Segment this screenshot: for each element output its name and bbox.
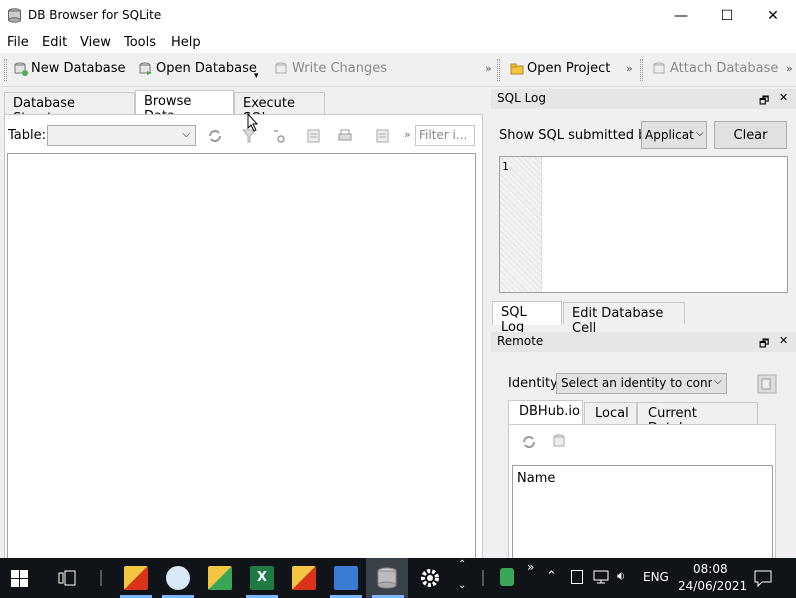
maximize-button[interactable]: ☐ [704,0,750,31]
table-label: Table: [8,128,46,143]
tab-current-database[interactable]: Current Database [637,402,758,436]
sort-icon[interactable] [270,127,288,145]
tab-execute-sql[interactable]: Execute SQL [234,92,325,126]
gear-icon[interactable] [418,566,442,590]
sql-log-editor[interactable]: 1 [499,156,788,293]
toolbar-overflow-icon[interactable]: » [485,62,492,75]
insert-record-icon[interactable] [374,127,392,145]
show-hidden-icons-icon[interactable]: ⌃ [546,569,557,584]
volume-icon[interactable]: 🔉︎ [617,569,625,584]
column-header-name: Name [517,471,556,486]
menu-help[interactable]: Help [171,35,201,50]
toolbar-overflow-icon[interactable]: » [786,62,793,75]
table-select[interactable]: ⌵ [47,125,196,146]
database-icon[interactable] [375,566,399,590]
battery-icon[interactable] [571,570,583,584]
close-dock-icon[interactable]: ✕ [779,91,788,104]
open-project-icon [510,63,524,74]
open-database-icon [139,62,152,75]
clock-date[interactable]: 24/06/2021 [678,579,747,593]
tab-local[interactable]: Local [584,402,637,424]
network-icon[interactable] [593,570,609,584]
title-bar: DB Browser for SQLite — ☐ ✕ [0,0,796,31]
menu-bar: File Edit View Tools Help [0,31,796,53]
open-database-dropdown-icon[interactable]: ▾ [254,71,259,81]
print-icon[interactable] [336,127,354,145]
language-indicator[interactable]: ENG [643,570,669,584]
toolbar-overflow-icon[interactable]: » [404,128,411,141]
taskbar-divider [100,570,102,586]
chevron-down-icon: ⌵ [712,376,722,387]
open-project-button[interactable]: Open Project [510,61,610,76]
identity-select[interactable]: Select an identity to conne ⌵ [556,373,727,394]
new-database-icon [14,62,28,76]
windows-start-icon[interactable] [11,570,28,587]
mouse-cursor-icon [247,113,259,132]
open-database-button[interactable]: Open Database [139,61,257,76]
tab-database-structure[interactable]: Database Structure [4,92,135,126]
data-grid[interactable] [7,153,476,563]
file-explorer-icon[interactable] [124,566,148,590]
clone-database-icon[interactable] [551,433,569,451]
menu-view[interactable]: View [80,35,111,50]
minimize-button[interactable]: — [658,0,704,31]
write-changes-icon [275,62,287,73]
window-title: DB Browser for SQLite [28,8,162,22]
menu-edit[interactable]: Edit [42,35,67,50]
attach-database-icon [653,62,665,73]
close-button[interactable]: ✕ [750,0,796,31]
attach-database-button[interactable]: Attach Database [653,61,778,76]
save-table-icon[interactable] [305,127,323,145]
tab-sql-log[interactable]: SQL Log [492,301,562,335]
toolbar-overflow-icon[interactable]: » [527,560,534,574]
clear-button[interactable]: Clear [714,121,787,149]
chevron-down-icon: ⌵ [182,129,190,140]
remote-database-list[interactable]: Name [512,465,773,563]
chevron-down-icon: ⌵ [694,128,704,139]
main-toolbar: New Database Open Database ▾ Write Chang… [0,53,796,87]
menu-file[interactable]: File [7,35,29,50]
photos-icon[interactable] [208,566,232,590]
tab-edit-database-cell[interactable]: Edit Database Cell [563,302,685,336]
chevron-up-icon[interactable]: ⌃ [458,559,466,570]
line-number: 1 [502,160,509,173]
toolbar-overflow-icon[interactable]: » [626,62,633,75]
line-number-gutter: 1 [500,157,542,292]
sql-log-dock-title: SQL Log 🗗 ✕ [491,89,796,109]
tab-dbhub[interactable]: DBHub.io [508,400,583,425]
filter-input[interactable]: Filter i... [415,125,475,146]
new-database-button[interactable]: New Database [14,61,126,76]
excel-icon[interactable]: X [250,566,274,590]
refresh-icon[interactable] [206,127,224,145]
toolbar-grip[interactable] [4,59,7,81]
task-view-icon[interactable] [58,569,76,587]
write-changes-button[interactable]: Write Changes [275,61,387,76]
toolbar-grip[interactable] [497,59,500,81]
close-dock-icon[interactable]: ✕ [779,334,788,347]
identity-label: Identity [508,376,558,391]
notifications-icon[interactable] [754,569,772,587]
search-tool-icon[interactable] [166,566,190,590]
tab-browse-data[interactable]: Browse Data [135,90,234,124]
windows-taskbar: X ⌃ ⌄ » ⌃ 🔉︎ ENG 08:08 24/06/2021 [0,558,796,598]
database-icon [8,8,21,23]
clock-time[interactable]: 08:08 [693,562,728,576]
file-explorer-icon[interactable] [292,566,316,590]
user-tray-icon[interactable] [500,568,514,586]
refresh-icon[interactable] [520,433,538,451]
chevron-down-icon[interactable]: ⌄ [458,580,466,591]
toolbar-grip[interactable] [640,59,643,81]
sql-submitter-select[interactable]: Applicat ⌵ [641,121,707,149]
text-editor-icon[interactable] [334,566,358,590]
remote-dock-title: Remote 🗗 ✕ [491,332,796,352]
menu-tools[interactable]: Tools [124,35,156,50]
taskbar-divider [482,570,484,586]
identity-settings-icon[interactable] [757,374,777,394]
float-dock-icon[interactable]: 🗗 [759,92,769,111]
show-sql-label: Show SQL submitted by [499,128,655,143]
